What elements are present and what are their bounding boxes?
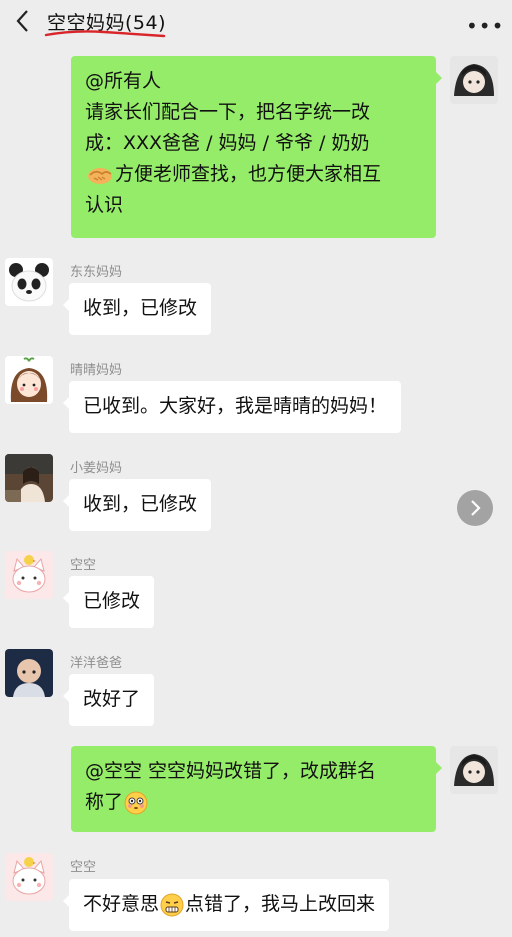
sender-name: 东东妈妈 — [70, 265, 123, 280]
chevron-left-icon[interactable] — [12, 8, 34, 34]
forward-arrow-icon[interactable] — [457, 490, 493, 526]
flushed-emoji — [124, 791, 148, 814]
handshake-emoji — [88, 167, 112, 184]
panda-avatar[interactable] — [5, 258, 53, 306]
message-text: 收到，已修改 — [83, 493, 198, 515]
sender-name: 空空 — [70, 558, 97, 573]
message-line: 认识 — [85, 194, 124, 216]
chat-header: 空空妈妈(54) ••• — [0, 0, 512, 44]
message-text: 称了 — [85, 791, 124, 813]
my-avatar[interactable] — [450, 56, 498, 104]
message-text: 改好了 — [83, 688, 141, 710]
sent-message-bubble[interactable]: @所有人 请家长们配合一下，把名字统一改 成：XXX爸爸 / 妈妈 / 爷爷 /… — [71, 56, 442, 238]
received-message-bubble[interactable]: 已收到。大家好，我是晴晴的妈妈！ — [62, 381, 402, 433]
received-message-bubble[interactable]: 不好意思 点错了，我马上改回来 — [62, 879, 390, 931]
message-line: 称了 — [85, 787, 422, 818]
received-message-bubble[interactable]: 已修改 — [62, 576, 155, 628]
cartoon-girl-avatar[interactable] — [5, 356, 53, 404]
sent-message-bubble[interactable]: @空空 空空妈妈改错了，改成群名 称了 — [71, 746, 442, 832]
message-text: 不好意思 — [83, 893, 160, 915]
message-line: @空空 空空妈妈改错了，改成群名 — [85, 760, 377, 782]
message-line: 请家长们配合一下，把名字统一改 — [85, 101, 371, 123]
message-text: 已修改 — [83, 590, 141, 612]
received-message-bubble[interactable]: 改好了 — [62, 674, 155, 726]
message-text: 已收到。大家好，我是晴晴的妈妈！ — [83, 395, 388, 417]
my-avatar[interactable] — [450, 746, 498, 794]
received-message-bubble[interactable]: 收到，已修改 — [62, 283, 212, 335]
sender-name: 空空 — [70, 860, 97, 875]
cat-avatar[interactable] — [5, 853, 53, 901]
photo-woman-avatar[interactable] — [5, 454, 53, 502]
cat-avatar[interactable] — [5, 551, 53, 599]
sender-name: 晴晴妈妈 — [70, 363, 123, 378]
sender-name: 小姜妈妈 — [70, 461, 123, 476]
message-text: 收到，已修改 — [83, 297, 198, 319]
message-text: 点错了，我马上改回来 — [185, 893, 376, 915]
more-dots-icon[interactable]: ••• — [466, 14, 504, 38]
message-text: 方便老师查找，也方便大家相互 — [115, 163, 382, 185]
message-line: 成：XXX爸爸 / 妈妈 / 爷爷 / 奶奶 — [85, 132, 370, 154]
red-underline-mark — [44, 30, 166, 38]
message-line: 方便老师查找，也方便大家相互 — [85, 159, 422, 190]
sender-name: 洋洋爸爸 — [70, 656, 123, 671]
grimace-emoji — [160, 893, 184, 916]
child-photo-avatar[interactable] — [5, 649, 53, 697]
received-message-bubble[interactable]: 收到，已修改 — [62, 479, 212, 531]
message-line: @所有人 — [85, 70, 162, 92]
